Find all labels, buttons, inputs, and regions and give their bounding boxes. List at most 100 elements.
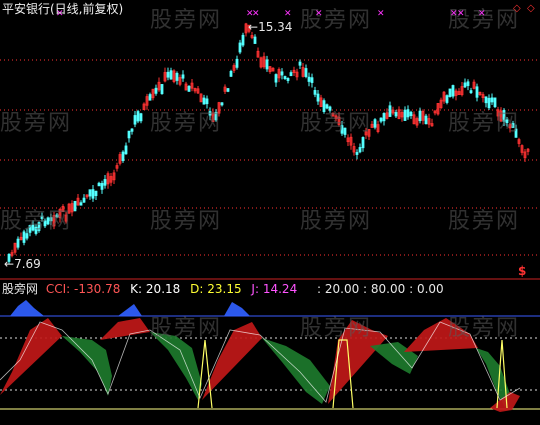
- watermark: 股旁网: [0, 209, 73, 234]
- watermark: 股旁网: [448, 209, 521, 234]
- candle-body: [100, 183, 104, 190]
- candle-body: [424, 115, 428, 125]
- signal-marker: ✕: [252, 9, 260, 19]
- watermark: 股旁网: [150, 209, 223, 234]
- candle-body: [187, 85, 191, 92]
- candle-body: [451, 85, 455, 97]
- candle-body: [358, 147, 362, 153]
- kdj-bear-area: [262, 338, 330, 404]
- candle-body: [82, 197, 86, 203]
- candle-body: [382, 113, 386, 122]
- signal-marker: ✕: [377, 9, 385, 19]
- low-price-label: ←7.69: [4, 257, 41, 271]
- candle-body: [406, 109, 410, 118]
- candle-body: [148, 94, 152, 101]
- signal-marker: ✕: [315, 9, 323, 19]
- candle-body: [463, 82, 467, 88]
- high-price-value: 15.34: [258, 20, 293, 34]
- candle-body: [403, 109, 407, 121]
- signal-marker: ✕: [457, 9, 465, 19]
- cci-value: -130.78: [74, 282, 121, 296]
- diamond-icon[interactable]: ◇: [527, 2, 535, 16]
- candle-body: [241, 34, 245, 46]
- candle-body: [484, 96, 488, 104]
- candle-body: [445, 95, 449, 103]
- watermark: 股旁网: [448, 316, 521, 341]
- watermark: 股旁网: [300, 209, 373, 234]
- candle-body: [313, 90, 317, 95]
- candle-body: [355, 152, 359, 155]
- cci-overbought-area: [10, 300, 44, 316]
- candle-body: [316, 93, 320, 102]
- candle-body: [169, 70, 173, 80]
- signal-marker: ✕: [284, 9, 292, 19]
- candle-body: [121, 151, 125, 161]
- candle-body: [226, 88, 230, 92]
- candle-body: [394, 112, 398, 117]
- dollar-icon[interactable]: $: [518, 264, 526, 278]
- indicator-name: 股旁网: [2, 282, 39, 296]
- candle-body: [289, 72, 293, 77]
- candle-body: [235, 58, 239, 68]
- candle-body: [91, 189, 95, 199]
- candle-body: [379, 117, 383, 122]
- candle-body: [409, 111, 413, 117]
- watermark: 股旁网: [300, 8, 373, 33]
- candle-body: [307, 76, 311, 82]
- candle-body: [229, 71, 233, 77]
- candle-body: [253, 36, 257, 44]
- candle-body: [373, 119, 377, 128]
- candle-body: [130, 128, 134, 132]
- candle-body: [16, 238, 20, 248]
- cci-overbought-area: [224, 302, 250, 316]
- candle-body: [175, 72, 179, 81]
- candle-body: [124, 145, 128, 155]
- kdj-bull-area: [0, 318, 62, 395]
- candle-body: [88, 189, 92, 197]
- candle-body: [238, 42, 242, 53]
- candle-body: [265, 59, 269, 70]
- candle-body: [448, 88, 452, 97]
- candle-body: [469, 90, 473, 94]
- candle-body: [73, 200, 77, 212]
- k-value: 20.18: [145, 282, 181, 296]
- candle-body: [136, 111, 140, 122]
- candle-body: [133, 115, 137, 125]
- candle-body: [280, 71, 284, 76]
- candle-body: [418, 110, 422, 122]
- candle-body: [154, 87, 158, 94]
- candle-body: [286, 78, 290, 81]
- candle-body: [139, 113, 143, 122]
- candle-body: [361, 137, 365, 149]
- watermark: 股旁网: [300, 316, 373, 341]
- watermark: 股旁网: [300, 111, 373, 136]
- watermark: 股旁网: [0, 111, 73, 136]
- kdj-bull-area: [100, 318, 150, 340]
- chart-title: 平安银行(日线,前复权): [2, 2, 124, 16]
- candle-body: [202, 97, 206, 105]
- candle-body: [490, 97, 494, 103]
- j-value: 14.24: [262, 282, 298, 296]
- candle-body: [94, 190, 98, 196]
- watermark: 股旁网: [448, 111, 521, 136]
- k-label: K:: [130, 282, 143, 296]
- d-value: 23.15: [207, 282, 242, 296]
- candle-body: [205, 98, 209, 105]
- candle-body: [103, 179, 107, 186]
- signal-marker: ✕: [478, 9, 486, 19]
- cci-label: CCI:: [45, 282, 71, 296]
- watermark: 股旁网: [150, 316, 223, 341]
- low-price-value: 7.69: [14, 257, 41, 271]
- candle-body: [304, 68, 308, 77]
- watermark: 股旁网: [150, 8, 223, 33]
- candle-body: [79, 202, 83, 206]
- candle-body: [274, 74, 278, 83]
- candle-body: [388, 105, 392, 117]
- candle-body: [97, 182, 101, 187]
- candle-body: [160, 84, 164, 95]
- chart-window[interactable]: 股旁网 股旁网 股旁网 股旁网 股旁网 股旁网 股旁网 股旁网 股旁网 股旁网 …: [0, 0, 540, 425]
- diamond-icon[interactable]: ◇: [513, 2, 521, 16]
- candle-body: [310, 77, 314, 83]
- candle-body: [166, 71, 170, 78]
- j-label: J:: [251, 282, 260, 296]
